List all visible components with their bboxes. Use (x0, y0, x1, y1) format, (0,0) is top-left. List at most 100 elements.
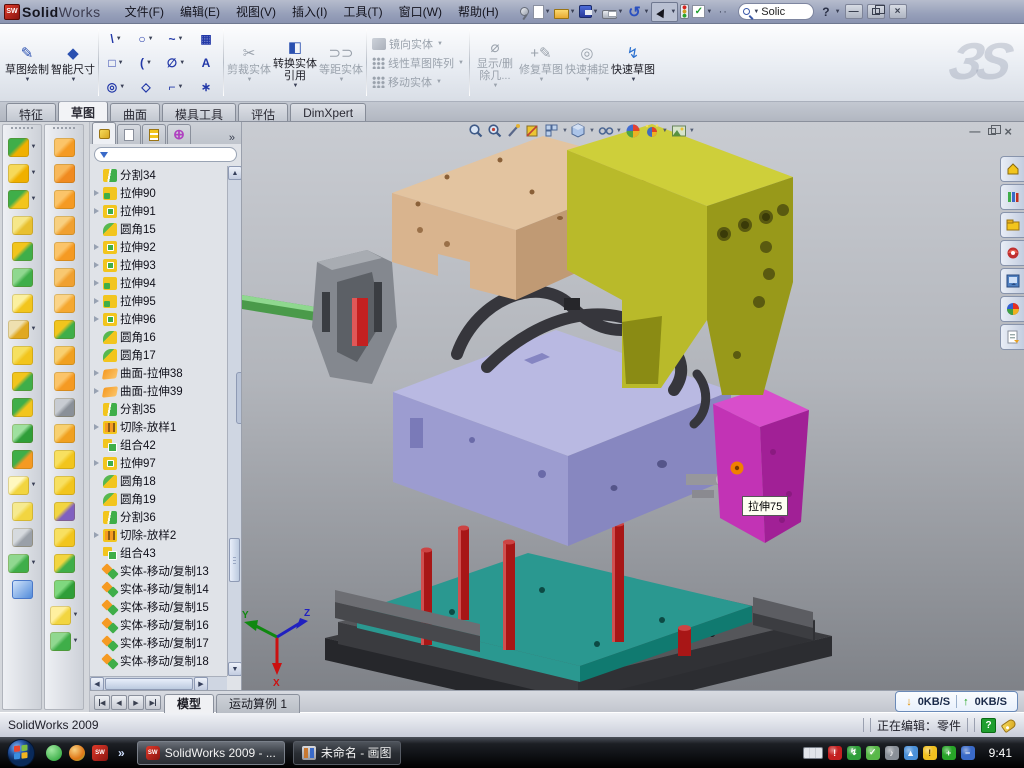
tab-motion-study[interactable]: 运动算例 1 (216, 694, 300, 713)
tray-network-warning-icon[interactable]: ! (923, 746, 937, 760)
toolbar-a-tool-18[interactable] (3, 576, 41, 602)
tree-item[interactable]: 实体-移动/复制16 (90, 616, 227, 634)
part-red-peg[interactable] (678, 625, 691, 656)
graphics-viewport[interactable]: X Y Z ▼▼▼▼▼ — × 拉伸75 (242, 122, 1024, 690)
toolbar-a-tool-17[interactable]: ▼ (3, 550, 41, 576)
toolbar-b-tool-4[interactable] (45, 212, 83, 238)
tag-icon[interactable] (1001, 717, 1018, 732)
tree-item[interactable]: 曲面-拉伸38 (90, 364, 227, 382)
help-caret[interactable]: ▼ (835, 9, 841, 15)
hide-show-items-caret[interactable]: ▼ (616, 128, 622, 134)
smart-dimension-button[interactable]: ◆智能尺寸▼ (50, 26, 96, 99)
tray-sync-status-icon[interactable]: − (961, 746, 975, 760)
sketch-entity-tool-1-1[interactable]: (▼ (131, 51, 161, 75)
toolbar-drag-grip[interactable] (53, 127, 75, 131)
menu-edit[interactable]: 编辑(E) (172, 2, 228, 22)
entity-caret[interactable]: ▼ (148, 36, 154, 42)
design-check-list-dropdown-caret[interactable]: ▼ (706, 9, 712, 15)
entity-caret[interactable]: ▼ (118, 60, 124, 66)
sketch-entity-tool-1-3[interactable]: A (191, 51, 221, 75)
toolbar-b-tool-14[interactable] (45, 472, 83, 498)
view-settings-caret[interactable]: ▼ (662, 128, 668, 134)
task-pane-file-explorer[interactable] (1000, 212, 1024, 238)
entity-caret[interactable]: ▼ (146, 60, 152, 66)
tree-item[interactable]: 拉伸96 (90, 310, 227, 328)
tab-surfaces[interactable]: 曲面 (110, 103, 160, 121)
expand-arrow-icon[interactable] (92, 244, 100, 250)
tool-caret[interactable]: ▼ (73, 612, 79, 618)
new-file-button[interactable]: ▼ (532, 4, 552, 20)
toolbar-drag-grip[interactable] (11, 127, 33, 131)
scroll-down-button[interactable]: ▼ (228, 662, 242, 676)
toolbar-b-tool-19[interactable]: ▼ (45, 602, 83, 628)
expand-arrow-icon[interactable] (92, 262, 100, 268)
last-tab-button[interactable]: ▶ (145, 695, 161, 710)
toolbar-a-tool-16[interactable] (3, 524, 41, 550)
toolbar-a-tool-14[interactable]: ▼ (3, 472, 41, 498)
toolbar-a-tool-3[interactable]: ▼ (3, 186, 41, 212)
quick-tip-help-button[interactable]: ? (981, 718, 996, 733)
entity-caret[interactable]: ▼ (179, 60, 185, 66)
toolbar-b-tool-7[interactable] (45, 290, 83, 316)
tree-item[interactable]: 圆角15 (90, 220, 227, 238)
toolbar-b-tool-9[interactable] (45, 342, 83, 368)
toolbar-b-tool-6[interactable] (45, 264, 83, 290)
expand-arrow-icon[interactable] (92, 280, 100, 286)
convert-entities-button-caret[interactable]: ▼ (293, 83, 299, 89)
tree-item[interactable]: 分割35 (90, 400, 227, 418)
window-restore-button[interactable] (867, 4, 885, 19)
task-pane-custom-properties[interactable] (1000, 324, 1024, 350)
toolbar-a-tool-13[interactable] (3, 446, 41, 472)
toolbar-b-tool-1[interactable] (45, 134, 83, 160)
view-orientation-button[interactable]: ▼ (544, 123, 568, 139)
tray-security-alert-shield-icon[interactable]: ! (828, 746, 842, 760)
toolbar-a-tool-11[interactable] (3, 394, 41, 420)
camera-scene-caret[interactable]: ▼ (689, 128, 695, 134)
toolbar-b-tool-13[interactable] (45, 446, 83, 472)
tree-item[interactable]: 圆角18 (90, 472, 227, 490)
entity-caret[interactable]: ▼ (116, 36, 122, 42)
part-side-insert[interactable] (713, 388, 809, 543)
display-style-caret[interactable]: ▼ (589, 128, 595, 134)
section-view-button[interactable] (525, 123, 541, 139)
expand-arrow-icon[interactable] (92, 298, 100, 304)
toolbar-a-tool-5[interactable] (3, 238, 41, 264)
tree-item[interactable]: 圆角16 (90, 328, 227, 346)
tool-caret[interactable]: ▼ (73, 638, 79, 644)
design-check-list-button[interactable]: ✓▼ (691, 4, 713, 19)
tree-tab-dimxpertmanager[interactable]: ⊕ (167, 124, 191, 144)
sketch-entity-tool-0-1[interactable]: ○▼ (131, 27, 161, 51)
toolbar-a-tool-6[interactable] (3, 264, 41, 290)
taskbar-window-solidworks[interactable]: SWSolidWorks 2009 - ... (137, 741, 285, 765)
sketch-entity-tool-2-1[interactable]: ◇ (131, 75, 161, 99)
tree-item[interactable]: 实体-移动/复制18 (90, 652, 227, 670)
toolbar-b-tool-5[interactable] (45, 238, 83, 264)
toolbar-b-tool-10[interactable] (45, 368, 83, 394)
menu-file[interactable]: 文件(F) (117, 2, 172, 22)
sketch-entity-tool-0-0[interactable]: \▼ (101, 27, 131, 51)
sketch-entity-tool-0-2[interactable]: ~▼ (161, 27, 191, 51)
tree-tab-configurationmanager[interactable] (142, 124, 166, 144)
tool-caret[interactable]: ▼ (31, 170, 37, 176)
new-file-dropdown-caret[interactable]: ▼ (545, 9, 551, 15)
apply-scene-button[interactable] (625, 123, 641, 139)
zoom-to-fit-button[interactable] (468, 123, 484, 139)
quick-launch-messenger-green[interactable] (46, 745, 62, 761)
toolbar-a-tool-7[interactable] (3, 290, 41, 316)
tree-item[interactable]: 圆角19 (90, 490, 227, 508)
entity-caret[interactable]: ▼ (119, 84, 125, 90)
menu-window[interactable]: 窗口(W) (391, 2, 450, 22)
tool-caret[interactable]: ▼ (31, 482, 37, 488)
expand-arrow-icon[interactable] (92, 388, 100, 394)
toolbar-a-tool-1[interactable]: ▼ (3, 134, 41, 160)
toolbar-a-tool-12[interactable] (3, 420, 41, 446)
task-pane-appearances-scenes[interactable] (1000, 296, 1024, 322)
tree-item[interactable]: 分割34 (90, 166, 227, 184)
tree-tab-featuremanager[interactable] (92, 122, 116, 144)
tool-caret[interactable]: ▼ (31, 196, 37, 202)
convert-entities-button[interactable]: ◧转换实体引用▼ (272, 26, 318, 99)
toolbar-a-tool-2[interactable]: ▼ (3, 160, 41, 186)
tree-item[interactable]: 拉伸95 (90, 292, 227, 310)
doc-close-button[interactable]: × (1004, 124, 1012, 139)
toolbar-b-tool-17[interactable] (45, 550, 83, 576)
